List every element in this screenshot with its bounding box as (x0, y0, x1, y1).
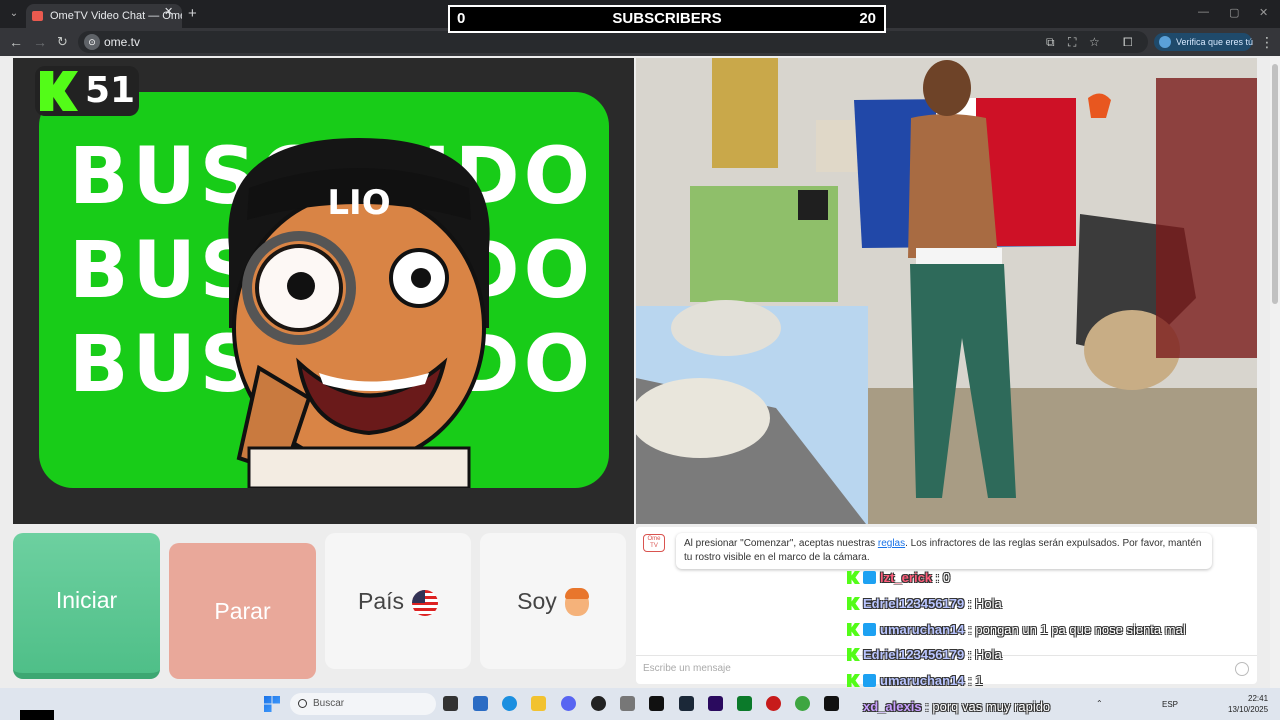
taskbar-search[interactable]: Buscar (290, 693, 436, 715)
tray-chevron-icon[interactable]: ⌃ (1096, 699, 1103, 708)
kick-logo-icon (40, 71, 78, 111)
rules-notice: Al presionar "Comenzar", aceptas nuestra… (676, 533, 1212, 569)
tab-title: OmeTV Video Chat — Ome (50, 10, 182, 22)
overlay-black-block (20, 710, 54, 720)
new-tab-icon[interactable]: + (188, 5, 197, 22)
minimize-icon[interactable]: — (1198, 6, 1209, 18)
subscribers-title: SUBSCRIBERS (612, 10, 722, 27)
emoji-icon[interactable] (1235, 662, 1249, 676)
tab-search-icon[interactable]: ⌄ (6, 6, 22, 22)
verify-button[interactable]: Verifica que eres tú (1154, 33, 1254, 51)
discord-icon[interactable] (561, 696, 576, 711)
headband-text: LIO (327, 183, 390, 223)
back-icon[interactable]: ← (9, 34, 23, 50)
subscribers-overlay: 0 SUBSCRIBERS 20 (448, 5, 886, 33)
ometv-page: BUSCANDO BUSCANDO BUSCANDO LIO 51 (0, 56, 1280, 688)
tab-favicon-icon (32, 11, 43, 21)
tab-close-icon[interactable]: ✕ (164, 7, 173, 18)
country-button[interactable]: País (325, 533, 471, 669)
obs-icon[interactable] (591, 696, 606, 711)
chrome-icon[interactable] (795, 696, 810, 711)
translate-icon[interactable]: ⛶ (1068, 35, 1076, 50)
message-placeholder: Escribe un mensaje (643, 663, 731, 674)
country-label: País (357, 588, 405, 614)
language-indicator[interactable]: ESP (1162, 700, 1178, 709)
page-scrollbar[interactable] (1270, 56, 1280, 688)
message-input[interactable]: Escribe un mensaje (636, 655, 1257, 681)
site-info-icon[interactable]: ⊙ (84, 34, 100, 50)
ometv-logo-icon: Ome TV (643, 534, 665, 552)
gender-label: Soy (517, 588, 557, 614)
terminal-icon[interactable] (737, 696, 752, 711)
windows-taskbar: Buscar ⌃ ESP 22:41 13/10/2025 (0, 688, 1280, 720)
start-button[interactable]: Iniciar (13, 533, 160, 679)
close-window-icon[interactable]: ✕ (1259, 6, 1268, 19)
cartoon-character-illustration: LIO (228, 138, 490, 488)
tiktok-icon[interactable] (824, 696, 839, 711)
search-icon (298, 699, 307, 708)
widgets-icon[interactable] (473, 696, 488, 711)
webcam-feed-image (636, 58, 1257, 524)
stop-button[interactable]: Parar (169, 543, 316, 679)
subscribers-right-count: 20 (859, 10, 876, 27)
start-label: Iniciar (55, 587, 118, 613)
install-app-icon[interactable]: ⧉ (1046, 35, 1055, 50)
edge-icon[interactable] (502, 696, 517, 711)
browser-menu-icon[interactable]: ⋮ (1260, 34, 1274, 51)
task-view-icon[interactable] (443, 696, 458, 711)
clock-time[interactable]: 22:41 (1248, 694, 1268, 703)
file-explorer-icon[interactable] (531, 696, 546, 711)
gender-button[interactable]: Soy (480, 533, 626, 669)
searching-card: BUSCANDO BUSCANDO BUSCANDO LIO (39, 92, 609, 488)
profile-icon (1159, 36, 1171, 48)
address-bar[interactable]: ⊙ ome.tv (78, 31, 1148, 53)
us-flag-icon (412, 589, 439, 616)
windows-start-icon[interactable] (264, 696, 280, 712)
chat-panel: Ome TV Al presionar "Comenzar", aceptas … (636, 527, 1257, 684)
extensions-icon[interactable]: ⧠ (1123, 35, 1133, 50)
stop-label: Parar (214, 598, 271, 624)
app-icon[interactable] (620, 696, 635, 711)
maximize-icon[interactable]: ▢ (1229, 6, 1239, 19)
media-app-icon[interactable] (766, 696, 781, 711)
taskbar-search-label: Buscar (313, 698, 345, 709)
premiere-icon[interactable] (708, 696, 723, 711)
verify-label: Verifica que eres tú (1176, 37, 1254, 47)
reload-icon[interactable]: ↻ (57, 34, 68, 50)
scrollbar-thumb[interactable] (1272, 64, 1278, 304)
url-text: ome.tv (104, 35, 141, 49)
clock-date[interactable]: 13/10/2025 (1228, 705, 1268, 714)
kick-follower-count: 51 (85, 70, 136, 111)
epic-games-icon[interactable] (649, 696, 664, 711)
bookmark-star-icon[interactable]: ☆ (1089, 35, 1100, 49)
steam-icon[interactable] (679, 696, 694, 711)
self-video (636, 58, 1257, 524)
rules-link[interactable]: reglas (878, 538, 905, 549)
stranger-video: BUSCANDO BUSCANDO BUSCANDO LIO 51 (13, 58, 634, 524)
browser-tab[interactable]: OmeTV Video Chat — Ome (26, 4, 182, 28)
notice-text-start: Al presionar "Comenzar", aceptas nuestra… (684, 538, 878, 549)
forward-icon[interactable]: → (33, 34, 47, 50)
boy-avatar-icon (564, 587, 589, 616)
kick-follower-badge: 51 (35, 66, 139, 116)
